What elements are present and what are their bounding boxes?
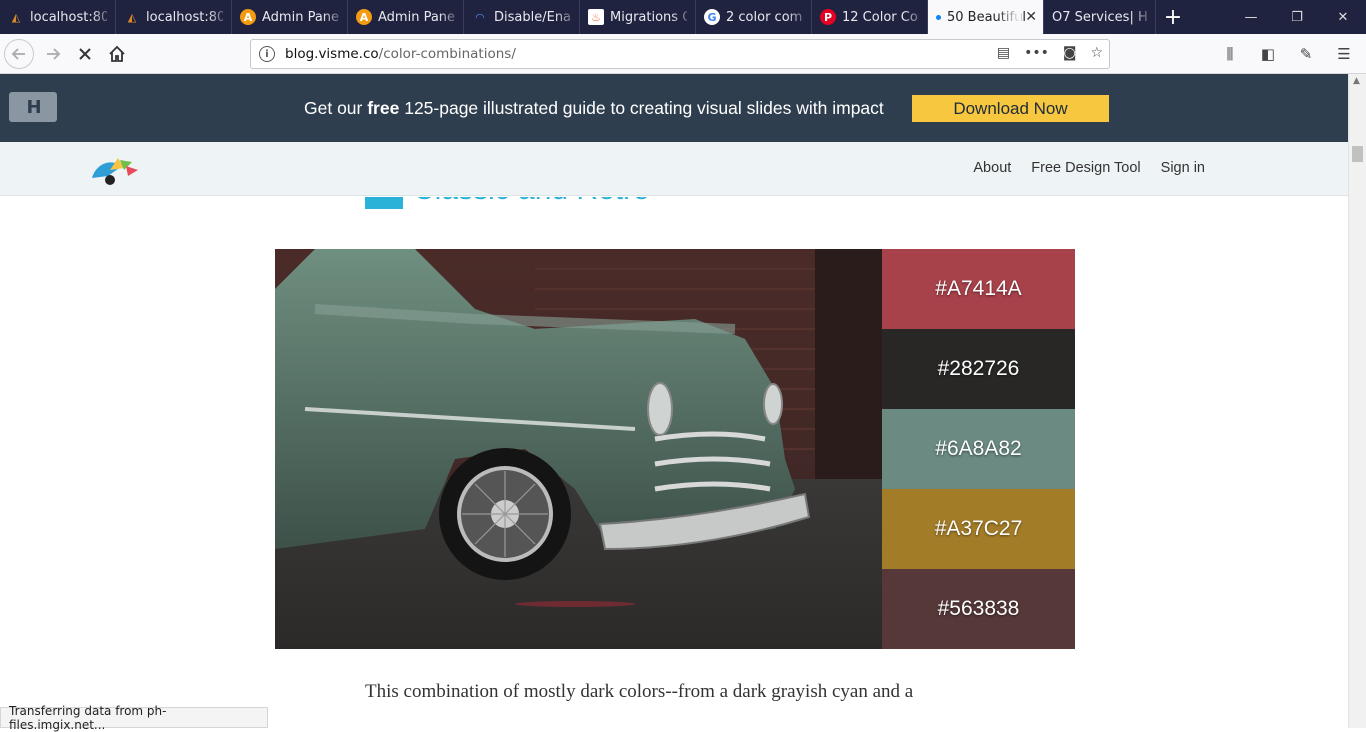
vintage-car-image: [275, 249, 882, 649]
loading-dot-icon: [936, 14, 941, 20]
pinterest-icon: P: [820, 9, 836, 25]
back-icon[interactable]: [4, 39, 34, 69]
swatch-2: #282726: [882, 329, 1075, 409]
url-bar[interactable]: i blog.visme.co/color-combinations/ ▤ ••…: [250, 39, 1110, 69]
tab-10[interactable]: O7 Services| Hom: [1044, 0, 1156, 34]
bookmark-star-icon[interactable]: ☆: [1090, 45, 1103, 61]
scroll-thumb[interactable]: [1352, 146, 1363, 162]
flame-icon: ♨: [588, 9, 604, 25]
nav-about-link[interactable]: About: [973, 160, 1011, 176]
section-title: Classic and Retro: [413, 197, 650, 207]
promo-banner: H Get our free 125-page illustrated guid…: [0, 74, 1348, 142]
dev-icon: ◭: [11, 10, 21, 24]
nav-sign-in-link[interactable]: Sign in: [1161, 160, 1205, 176]
minimize-icon[interactable]: —: [1228, 0, 1274, 34]
google-icon: G: [704, 9, 720, 25]
close-tab-icon[interactable]: ✕: [1025, 9, 1037, 25]
forward-icon[interactable]: [38, 39, 68, 69]
reader-view-icon[interactable]: ▤: [997, 45, 1010, 61]
status-bar: Transferring data from ph-files.imgix.ne…: [0, 704, 268, 732]
tab-bar: ◭ localhost:8080 ◭ localhost:8080 A Admi…: [0, 0, 1366, 34]
stop-icon[interactable]: [70, 39, 100, 69]
tab-active[interactable]: 50 Beautiful ✕: [928, 0, 1044, 34]
menu-icon[interactable]: ☰: [1332, 39, 1356, 69]
nav-free-design-tool-link[interactable]: Free Design Tool: [1031, 160, 1140, 176]
swatch-4: #A37C27: [882, 489, 1075, 569]
site-info-icon[interactable]: i: [259, 46, 275, 62]
url-path: /color-combinations/: [378, 46, 516, 62]
dev-icon: ◭: [127, 10, 137, 24]
navigation-bar: i blog.visme.co/color-combinations/ ▤ ••…: [0, 34, 1366, 74]
admin-icon: A: [240, 9, 256, 25]
tab-6[interactable]: ♨ Migrations Cl: [580, 0, 696, 34]
promo-text: Get our free 125-page illustrated guide …: [304, 98, 884, 118]
section-number: 2: [365, 197, 403, 209]
tab-8[interactable]: P 12 Color Com: [812, 0, 928, 34]
tab-5[interactable]: ◠ Disable/Enable: [464, 0, 580, 34]
home-icon[interactable]: [102, 39, 132, 69]
library-icon[interactable]: ⫼: [1218, 39, 1242, 69]
close-window-icon[interactable]: ✕: [1320, 0, 1366, 34]
new-tab-button[interactable]: +: [1156, 0, 1190, 34]
article-paragraph: This combination of mostly dark colors--…: [365, 681, 914, 702]
section-heading: 2 Classic and Retro: [365, 197, 650, 209]
tab-1[interactable]: ◭ localhost:8080: [0, 0, 116, 34]
color-swatch-panel: #A7414A #282726 #6A8A82 #A37C27 #563838: [882, 249, 1075, 649]
visme-h-logo-icon: H: [9, 92, 57, 122]
swatch-3: #6A8A82: [882, 409, 1075, 489]
site-header: About Free Design Tool Sign in: [0, 142, 1348, 196]
tab-3[interactable]: A Admin Panel: [232, 0, 348, 34]
download-now-button[interactable]: Download Now: [912, 95, 1109, 122]
page-actions-icon[interactable]: •••: [1024, 45, 1049, 61]
tab-7[interactable]: G 2 color comb: [696, 0, 812, 34]
visme-logo-icon[interactable]: [88, 152, 140, 190]
sidebar-icon[interactable]: ◧: [1256, 39, 1280, 69]
page-scrollbar[interactable]: ▲: [1348, 74, 1366, 728]
tab-4[interactable]: A Admin Panel: [348, 0, 464, 34]
swatch-5: #563838: [882, 569, 1075, 649]
restore-icon[interactable]: ❐: [1274, 0, 1320, 34]
tab-2[interactable]: ◭ localhost:8080: [116, 0, 232, 34]
swatch-1: #A7414A: [882, 249, 1075, 329]
pocket-icon[interactable]: ◙: [1063, 45, 1077, 61]
url-host: blog.visme.co: [285, 46, 379, 62]
wave-icon: ◠: [475, 10, 485, 24]
article-content: 2 Classic and Retro: [0, 197, 1348, 707]
scroll-up-icon[interactable]: ▲: [1353, 76, 1360, 86]
admin-icon: A: [356, 9, 372, 25]
extension-icon[interactable]: ✎: [1294, 39, 1318, 69]
